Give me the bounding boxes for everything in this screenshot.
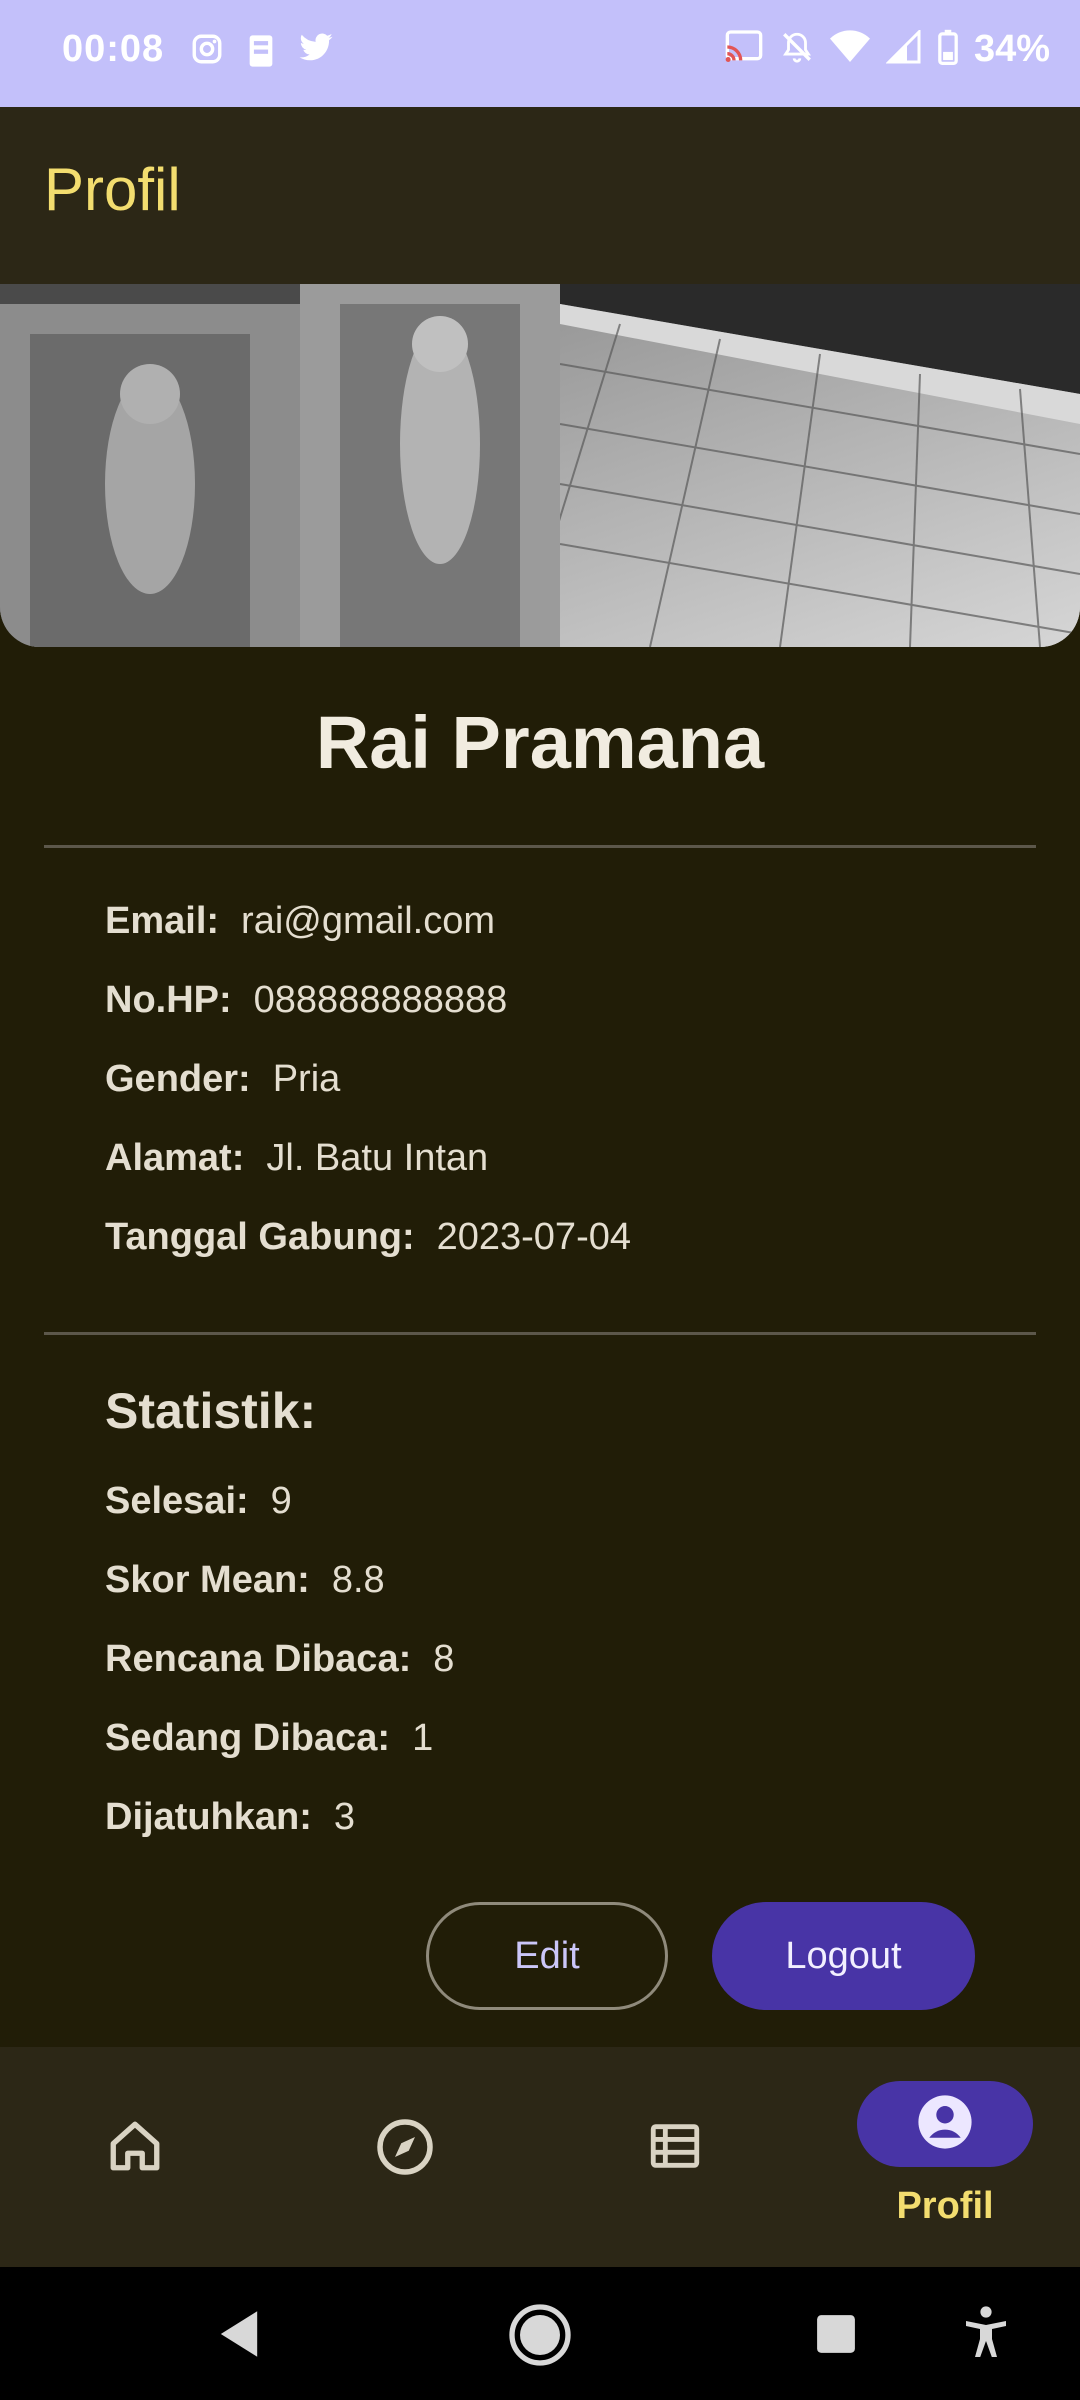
back-icon[interactable] [216, 2309, 262, 2364]
info-label: No.HP: [105, 979, 232, 1021]
info-row-email: Email: rai@gmail.com [105, 900, 495, 943]
stat-label: Skor Mean: [105, 1559, 310, 1601]
stat-row-reading: Sedang Dibaca: 1 [105, 1717, 433, 1760]
nav-label-profile: Profil [896, 2185, 994, 2227]
list-icon [646, 2117, 704, 2180]
status-bar: 00:08 34% [0, 0, 1080, 107]
nav-item-explore[interactable] [270, 2047, 540, 2267]
profile-banner-image [0, 284, 1080, 647]
info-value: Jl. Batu Intan [266, 1137, 489, 1179]
home-icon [106, 2117, 164, 2180]
nav-item-profile[interactable]: Profil [810, 2047, 1080, 2267]
stat-value: 3 [333, 1796, 356, 1838]
recents-icon[interactable] [815, 2313, 857, 2360]
status-time: 00:08 [62, 28, 165, 70]
info-row-phone: No.HP: 088888888888 [105, 979, 507, 1022]
bell-off-icon [780, 29, 814, 70]
info-value: 2023-07-04 [436, 1216, 631, 1258]
tasks-icon [244, 32, 278, 75]
info-row-address: Alamat: Jl. Batu Intan [105, 1137, 488, 1180]
info-label: Tanggal Gabung: [105, 1216, 415, 1258]
stats-title: Statistik: [105, 1383, 317, 1439]
compass-icon [375, 2117, 435, 2182]
twitter-icon [298, 32, 334, 75]
bottom-navigation: Profil [0, 2047, 1080, 2267]
info-label: Gender: [105, 1058, 251, 1100]
info-label: Email: [105, 900, 220, 942]
stat-value: 8.8 [331, 1559, 385, 1601]
divider [44, 845, 1036, 848]
stat-row-plan-to-read: Rencana Dibaca: 8 [105, 1638, 454, 1681]
info-row-join-date: Tanggal Gabung: 2023-07-04 [105, 1216, 631, 1259]
info-value: Pria [272, 1058, 341, 1100]
battery-icon [938, 29, 958, 70]
stat-label: Dijatuhkan: [105, 1796, 312, 1838]
page-title: Profil [44, 156, 181, 223]
stat-value: 9 [270, 1480, 292, 1522]
notification-icons [190, 32, 334, 75]
stat-row-dropped: Dijatuhkan: 3 [105, 1796, 355, 1839]
info-label: Alamat: [105, 1137, 245, 1179]
info-value: rai@gmail.com [241, 900, 496, 942]
nav-active-indicator [857, 2081, 1033, 2167]
system-navigation-bar [0, 2267, 1080, 2400]
home-button-icon[interactable] [508, 2303, 572, 2372]
stat-row-mean-score: Skor Mean: 8.8 [105, 1559, 385, 1602]
stat-value: 8 [433, 1638, 455, 1680]
instagram-icon [190, 32, 224, 75]
nav-item-list[interactable] [540, 2047, 810, 2267]
accessibility-icon[interactable] [962, 2305, 1010, 2366]
signal-icon [885, 28, 922, 69]
system-status-icons: 34% [724, 28, 1050, 71]
divider [44, 1332, 1036, 1335]
stat-value: 1 [412, 1717, 434, 1759]
account-icon [916, 2093, 974, 2156]
nav-item-home[interactable] [0, 2047, 270, 2267]
app-bar: Profil [0, 107, 1080, 284]
wifi-icon [829, 30, 870, 69]
stat-label: Rencana Dibaca: [105, 1638, 412, 1680]
stat-row-completed: Selesai: 9 [105, 1480, 292, 1523]
edit-button[interactable]: Edit [426, 1902, 668, 2010]
logout-button[interactable]: Logout [712, 1902, 975, 2010]
info-value: 088888888888 [253, 979, 508, 1021]
stat-label: Sedang Dibaca: [105, 1717, 391, 1759]
info-row-gender: Gender: Pria [105, 1058, 340, 1101]
profile-name: Rai Pramana [315, 701, 765, 784]
battery-percentage: 34% [973, 28, 1050, 70]
cast-icon [724, 30, 764, 69]
stat-label: Selesai: [105, 1480, 249, 1522]
